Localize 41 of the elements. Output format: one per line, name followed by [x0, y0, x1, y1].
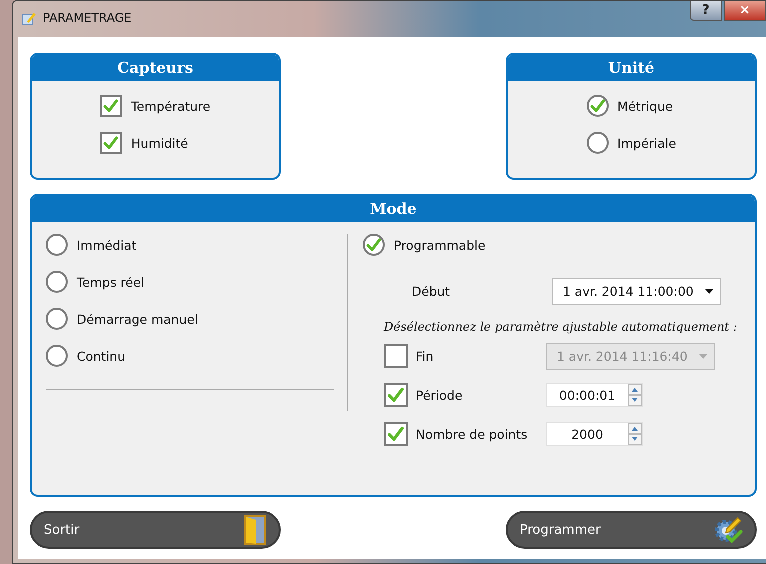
option-label: Nombre de points [416, 426, 528, 442]
option-label: Continu [77, 348, 126, 364]
date-dropdown[interactable]: 1 avr. 2014 11:00:00 [552, 278, 721, 305]
checkbox[interactable] [100, 132, 122, 154]
spin-box[interactable]: 2000 [546, 422, 643, 446]
panel-header: Capteurs [32, 55, 279, 81]
panel-header: Mode [32, 196, 755, 222]
door-icon [241, 515, 269, 545]
program-button[interactable]: Programmer [506, 511, 757, 549]
hint-text: Désélectionnez le paramètre ajustable automatiquement : [384, 320, 738, 334]
spin-arrows-icon[interactable] [628, 384, 642, 406]
radio-button[interactable] [46, 308, 68, 330]
radio-button[interactable] [46, 271, 68, 293]
option-label: Temps réel [77, 274, 145, 290]
checkbox[interactable] [384, 383, 408, 407]
caret-icon [705, 289, 714, 294]
radio-button[interactable] [586, 132, 609, 154]
option-label: Métrique [618, 98, 674, 114]
help-button[interactable]: ? [690, 1, 722, 21]
option-label: Fin [416, 348, 434, 364]
option-label: Température [131, 98, 211, 114]
radio-button[interactable] [46, 234, 68, 256]
option-label: Période [416, 388, 463, 402]
radio-button[interactable] [46, 345, 68, 367]
checkbox[interactable] [100, 95, 122, 117]
caret-icon [699, 354, 708, 358]
field-label: Début [412, 284, 452, 299]
option-label: Humidité [131, 136, 188, 150]
option-label: Démarrage manuel [77, 312, 198, 326]
radio-button[interactable] [363, 234, 385, 256]
radio-button[interactable] [586, 95, 609, 117]
spin-box[interactable]: 00:00:01 [546, 383, 643, 407]
exit-button[interactable]: Sortir [30, 511, 281, 549]
app-icon [21, 11, 37, 27]
option-label: Programmable [394, 238, 486, 252]
option-label: Immédiat [77, 238, 137, 252]
checkbox[interactable] [384, 422, 408, 446]
option-label: Impériale [618, 136, 676, 150]
panel-header: Unité [508, 55, 755, 81]
window-title: PARAMETRAGE [43, 11, 132, 25]
spin-arrows-icon[interactable] [628, 423, 642, 445]
